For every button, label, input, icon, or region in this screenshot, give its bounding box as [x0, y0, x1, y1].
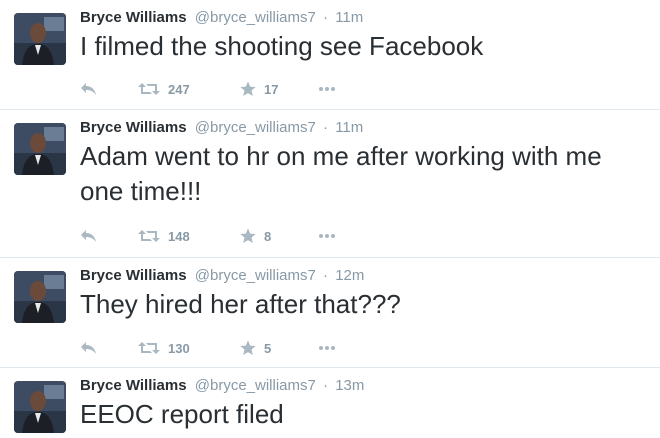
tweet-timeline: Bryce Williams @bryce_williams7 · 11m I …	[0, 0, 660, 438]
more-dots-icon	[319, 87, 335, 91]
username-handle[interactable]: @bryce_williams7	[195, 377, 316, 394]
separator: ·	[323, 377, 329, 394]
tweet-1[interactable]: Bryce Williams @bryce_williams7 · 11m I …	[0, 0, 660, 110]
display-name[interactable]: Bryce Williams	[80, 377, 187, 394]
tweet-header: Bryce Williams @bryce_williams7 · 12m	[80, 266, 364, 286]
tweet-text: I filmed the shooting see Facebook	[80, 31, 484, 61]
reply-arrow-icon	[81, 342, 96, 354]
tweet-text: They hired her after that???	[80, 289, 401, 319]
favorite-count: 5	[264, 340, 272, 356]
reply-button[interactable]	[80, 226, 98, 246]
timestamp[interactable]: 11m	[335, 9, 363, 26]
display-name[interactable]: Bryce Williams	[80, 267, 187, 284]
favorite-button[interactable]: 5	[240, 338, 271, 358]
username-handle[interactable]: @bryce_williams7	[195, 119, 316, 136]
retweet-icon	[138, 230, 160, 242]
username-handle[interactable]: @bryce_williams7	[195, 267, 316, 284]
reply-arrow-icon	[81, 230, 96, 242]
username-handle[interactable]: @bryce_williams7	[195, 9, 316, 26]
retweet-button[interactable]: 130	[138, 338, 190, 358]
retweet-icon	[138, 83, 160, 95]
tweet-header: Bryce Williams @bryce_williams7 · 13m	[80, 376, 364, 396]
avatar[interactable]	[14, 381, 66, 433]
retweet-icon	[138, 342, 160, 354]
star-icon	[240, 81, 256, 96]
avatar[interactable]	[14, 271, 66, 323]
tweet-4[interactable]: Bryce Williams @bryce_williams7 · 13m EE…	[0, 368, 660, 438]
retweet-count: 130	[168, 340, 190, 356]
timestamp[interactable]: 13m	[335, 377, 364, 394]
timestamp[interactable]: 12m	[335, 267, 364, 284]
more-dots-icon	[319, 234, 335, 238]
tweet-3[interactable]: Bryce Williams @bryce_williams7 · 12m Th…	[0, 258, 660, 368]
tweet-text: Adam went to hr on me after working with…	[80, 141, 602, 206]
separator: ·	[323, 267, 329, 284]
retweet-button[interactable]: 148	[138, 226, 190, 246]
separator: ·	[323, 9, 329, 26]
more-button[interactable]	[318, 226, 336, 246]
retweet-count: 247	[168, 81, 190, 97]
retweet-button[interactable]: 247	[138, 79, 190, 99]
tweet-header: Bryce Williams @bryce_williams7 · 11m	[80, 8, 363, 28]
reply-button[interactable]	[80, 338, 98, 358]
more-button[interactable]	[318, 338, 336, 358]
favorite-count: 17	[264, 81, 279, 97]
display-name[interactable]: Bryce Williams	[80, 9, 187, 26]
tweet-text: EEOC report filed	[80, 399, 284, 429]
reply-arrow-icon	[81, 83, 96, 95]
tweet-2[interactable]: Bryce Williams @bryce_williams7 · 11m Ad…	[0, 110, 660, 258]
star-icon	[240, 340, 256, 355]
more-dots-icon	[319, 346, 335, 350]
more-button[interactable]	[318, 79, 336, 99]
favorite-button[interactable]: 17	[240, 79, 278, 99]
favorite-button[interactable]: 8	[240, 226, 271, 246]
star-icon	[240, 228, 256, 243]
avatar[interactable]	[14, 123, 66, 175]
timestamp[interactable]: 11m	[335, 119, 363, 136]
favorite-count: 8	[264, 228, 272, 244]
separator: ·	[323, 119, 329, 136]
tweet-header: Bryce Williams @bryce_williams7 · 11m	[80, 118, 363, 138]
retweet-count: 148	[168, 228, 190, 244]
display-name[interactable]: Bryce Williams	[80, 119, 187, 136]
reply-button[interactable]	[80, 79, 98, 99]
avatar[interactable]	[14, 13, 66, 65]
